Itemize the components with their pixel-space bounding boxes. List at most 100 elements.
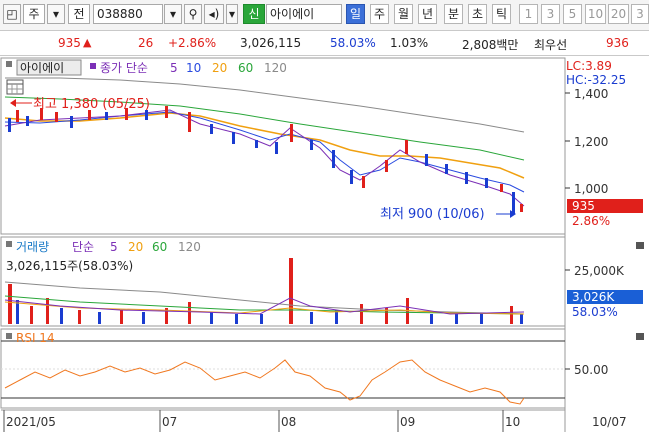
candle (70, 116, 73, 128)
volume-bar (210, 312, 213, 324)
volume-bar (520, 314, 523, 324)
candle (16, 110, 19, 122)
x-tick-label: 08 (281, 415, 296, 429)
best-quote-label: 최우선 (534, 38, 568, 52)
search-icon[interactable]: ⚲ (184, 4, 202, 24)
period-tick[interactable]: 틱 (492, 4, 511, 24)
chart-area[interactable]: 아이에이 종가 단순 5 10 20 60 120 최고 1,380 (05/2… (0, 56, 649, 432)
volume-bar (235, 314, 238, 324)
interval-3[interactable]: 3 (541, 4, 560, 24)
x-tick-label: 10 (505, 415, 520, 429)
candle (350, 170, 353, 184)
vol-ma20-legend: 20 (128, 240, 143, 254)
candle (520, 204, 523, 212)
x-tick-label: 09 (400, 415, 415, 429)
volume-bar (360, 304, 363, 324)
volume-bar (16, 300, 19, 324)
current-volume-tag-text: 3,026K (572, 290, 615, 304)
ma20-legend: 20 (212, 61, 227, 75)
candle (210, 124, 213, 134)
change-percent: +2.86% (168, 36, 217, 50)
interval-1[interactable]: 1 (519, 4, 538, 24)
window-icon[interactable]: ◰ (3, 4, 21, 24)
candle (290, 124, 293, 142)
candle (310, 140, 313, 150)
stock-code-input[interactable]: 038880 (93, 4, 163, 24)
toolbar: ◰ 주 ▾ 전 038880 ▾ ⚲ ◂) ▾ 신 아이에이 일 주 월 년 분… (0, 0, 649, 31)
rsi-tick-label: 50.00 (574, 363, 608, 377)
volume-tick-label: 25,000K (574, 264, 625, 278)
credit-badge[interactable]: 신 (243, 4, 265, 24)
trade-amount: 2,808백만 (462, 38, 519, 52)
volume-bar (310, 312, 313, 324)
chevron-down-icon[interactable]: ▾ (226, 4, 238, 24)
price-tick-label: 1,000 (574, 182, 608, 196)
candle (405, 140, 408, 154)
best-quote-price: 936 (606, 36, 629, 50)
period-second[interactable]: 초 (468, 4, 487, 24)
x-tick-label: 07 (162, 415, 177, 429)
period-minute[interactable]: 분 (444, 4, 463, 24)
candle (500, 184, 503, 192)
stock-name-field: 아이에이 (266, 4, 342, 24)
panel-toggle-icon[interactable] (6, 61, 12, 67)
candle (385, 160, 388, 172)
volume-value: 3,026,115 (240, 36, 302, 50)
price-panel-stock-label: 아이에이 (20, 61, 64, 75)
mode-select[interactable]: 전 (68, 4, 90, 24)
ma5-legend: 5 (170, 61, 178, 75)
volume-ma-title: 단순 (72, 240, 94, 254)
volume-bar (8, 284, 12, 324)
volume-bar (260, 314, 263, 324)
interval-20[interactable]: 20 (608, 4, 629, 24)
volume-bar (30, 306, 33, 324)
volume-bar (142, 312, 145, 324)
candle (26, 116, 29, 126)
candle (275, 142, 278, 154)
period-month[interactable]: 월 (394, 4, 413, 24)
turnover-rate: 1.03% (390, 36, 429, 50)
vol-ma5-legend: 5 (110, 240, 118, 254)
candle (332, 150, 335, 168)
chart-svg[interactable]: 아이에이 종가 단순 5 10 20 60 120 최고 1,380 (05/2… (0, 56, 649, 432)
calendar-icon[interactable] (6, 79, 24, 95)
rsi-title: RSI 14 (16, 331, 55, 345)
ma10-legend: 10 (186, 61, 201, 75)
type-select[interactable]: 주 (23, 4, 45, 24)
panel-toggle-icon[interactable] (6, 241, 12, 247)
volume-bar (98, 312, 101, 324)
ma120-legend: 120 (264, 61, 287, 75)
up-arrow-icon: ▲ (83, 36, 92, 49)
volume-bar (46, 298, 49, 324)
vol-ma60-legend: 60 (152, 240, 167, 254)
interval-30[interactable]: 3 (631, 4, 649, 24)
panel-close-icon[interactable] (636, 242, 644, 249)
period-day[interactable]: 일 (346, 4, 365, 24)
quote-bar: 935 ▲ 26 +2.86% 3,026,115 58.03% 1.03% 2… (0, 31, 649, 56)
current-pct-tag-text: 2.86% (572, 214, 610, 228)
panel-close-icon[interactable] (636, 333, 644, 340)
panel-toggle-icon[interactable] (6, 333, 12, 339)
volume-summary: 3,026,115주(58.03%) (6, 259, 133, 273)
candle (105, 112, 108, 120)
ma60-legend: 60 (238, 61, 253, 75)
chevron-down-icon[interactable]: ▾ (47, 4, 65, 24)
current-volume-pct-text: 58.03% (572, 305, 618, 319)
candle (465, 172, 468, 184)
speaker-icon[interactable]: ◂) (204, 4, 224, 24)
volume-title: 거래량 (16, 240, 49, 254)
ma-legend-icon (90, 63, 96, 69)
volume-bar (60, 308, 63, 324)
period-week[interactable]: 주 (370, 4, 389, 24)
ma-title: 종가 단순 (100, 61, 148, 75)
interval-5[interactable]: 5 (563, 4, 582, 24)
interval-10[interactable]: 10 (585, 4, 606, 24)
current-price-tag-text: 935 (572, 199, 595, 213)
volume-ratio: 58.03% (330, 36, 376, 50)
chevron-down-icon[interactable]: ▾ (164, 4, 182, 24)
price-tick-label: 1,200 (574, 135, 608, 149)
volume-bar (480, 314, 483, 324)
candle (255, 140, 258, 148)
period-year[interactable]: 년 (418, 4, 437, 24)
candle (55, 112, 58, 122)
